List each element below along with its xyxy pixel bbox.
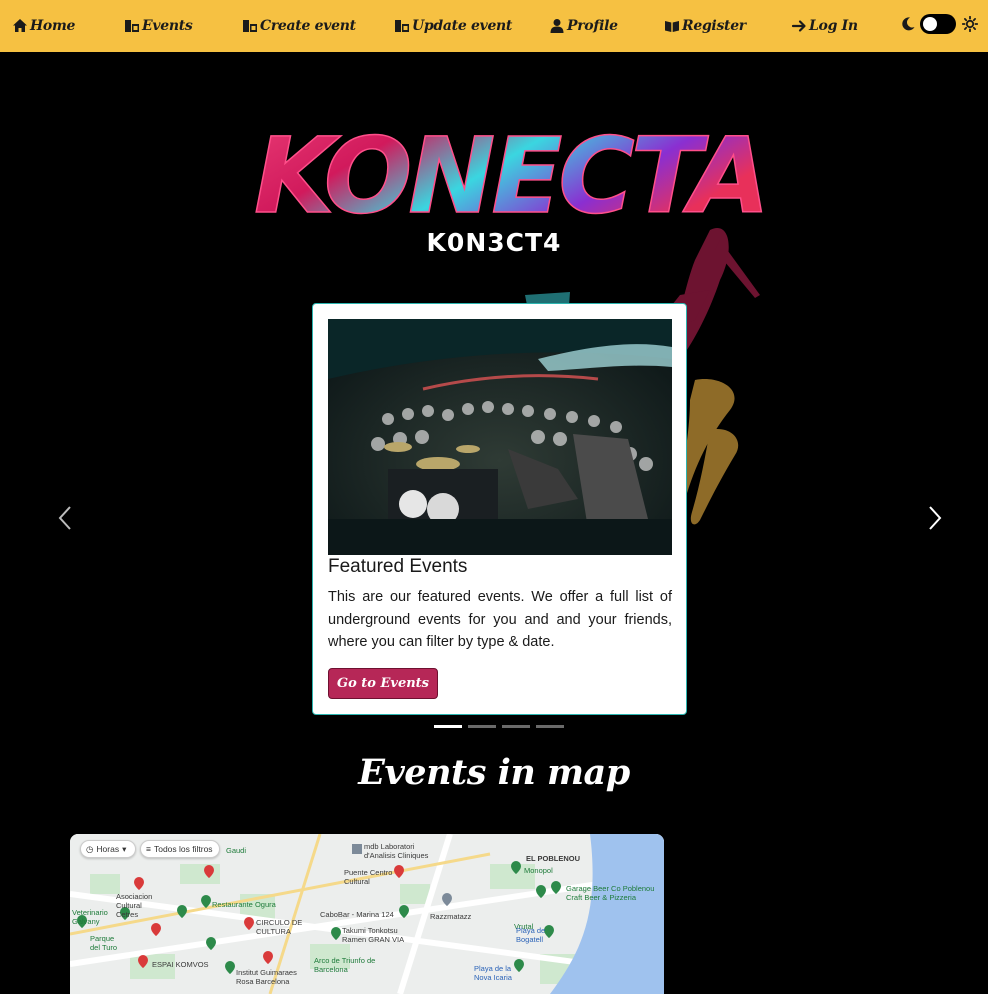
go-to-events-button[interactable]: Go to Events — [328, 668, 438, 699]
map-place-label: Playa de la Nova Icaria — [474, 964, 512, 982]
nav-create-event-label: Create event — [260, 18, 356, 34]
logo-subtitle: K0N3CT4 — [426, 228, 562, 257]
nav-update-event-label: Update event — [412, 18, 513, 34]
nav-login-label: Log In — [809, 18, 858, 34]
map-place-label: Parque del Turo — [90, 934, 118, 952]
nav-home-link[interactable]: Home — [12, 18, 75, 34]
nav-register-label: Register — [682, 18, 746, 34]
featured-event-card: Featured Events This are our featured ev… — [312, 303, 687, 715]
map-place-label: Veterinario Galvany — [72, 908, 108, 926]
concert-photo — [328, 319, 672, 555]
events-map[interactable]: ◷ Horas ▾ ≡ Todos los filtros mdb Labora… — [70, 834, 664, 994]
events-map-heading: Events in map — [358, 752, 630, 793]
carousel-indicators — [434, 725, 570, 728]
map-place-label: CIRCULO DE CULTURA — [256, 918, 303, 936]
map-place-label: Takumi Tonkotsu Ramen GRAN VIA — [342, 926, 405, 944]
map-place-label: Institut Guimaraes Rosa Barcelona — [236, 968, 297, 986]
calendar-icon — [125, 20, 139, 32]
chevron-left-icon — [58, 506, 71, 530]
map-place-label: Razzmatazz — [430, 912, 472, 921]
map-place-label: Arco de Triunfo de Barcelona — [314, 956, 376, 974]
arrow-right-icon — [791, 20, 806, 32]
nav-events-link[interactable]: Events — [124, 18, 193, 34]
carousel-indicator-4[interactable] — [536, 725, 564, 728]
carousel-prev-button[interactable] — [50, 500, 80, 536]
carousel-next-button[interactable] — [920, 500, 950, 536]
chevron-right-icon — [929, 506, 942, 530]
map-place-label: EL POBLENOU — [526, 854, 581, 863]
nav-profile-link[interactable]: Profile — [549, 18, 618, 34]
map-hours-label: Horas — [96, 844, 120, 854]
map-place-label: mdb Laboratori d'Analisis Cliniques — [364, 842, 429, 860]
moon-icon — [902, 17, 915, 31]
nav-home-label: Home — [30, 18, 76, 34]
sun-icon — [962, 16, 978, 32]
nav-update-event-link[interactable]: Update event — [394, 18, 512, 34]
map-place-label: Restaurante Ogura — [212, 900, 276, 909]
theme-toggle[interactable] — [900, 14, 978, 34]
user-icon — [550, 19, 564, 33]
map-place-label: Asociacion Cultural Cetres — [116, 892, 153, 919]
carousel-indicator-2[interactable] — [468, 725, 496, 728]
map-place-label: CaboBar - Marina 124 — [320, 910, 394, 919]
nav-events-label: Events — [142, 18, 193, 34]
nav-login-link[interactable]: Log In — [791, 18, 858, 34]
sliders-icon: ≡ — [146, 844, 151, 854]
caret-down-icon: ▾ — [122, 843, 127, 854]
book-open-icon — [665, 21, 679, 32]
map-place-label: Puente Centro Cultural — [344, 868, 393, 886]
dark-mode-switch[interactable] — [920, 14, 956, 34]
map-place-label: Playa de Bogatell — [516, 926, 546, 944]
switch-knob — [923, 17, 937, 31]
clock-icon: ◷ — [86, 843, 94, 854]
carousel-indicator-3[interactable] — [502, 725, 530, 728]
card-text: This are our featured events. We offer a… — [328, 589, 672, 650]
map-all-filters[interactable]: ≡ Todos los filtros — [140, 840, 220, 858]
navbar: Home Events Create event Update event Pr… — [0, 0, 988, 52]
map-hours-filter[interactable]: ◷ Horas ▾ — [80, 840, 136, 858]
calendar-plus-icon — [243, 20, 257, 32]
map-place-label: Monopol — [524, 866, 553, 875]
map-place-label: Gaudi — [226, 846, 247, 855]
home-icon — [13, 19, 27, 32]
nav-profile-label: Profile — [567, 18, 618, 34]
map-place-label: ESPAI KOMVOS — [152, 960, 209, 969]
nav-register-link[interactable]: Register — [664, 18, 746, 34]
calendar-edit-icon — [395, 20, 409, 32]
nav-create-event-link[interactable]: Create event — [242, 18, 356, 34]
map-place-label: Garage Beer Co Poblenou Craft Beer & Piz… — [566, 884, 655, 902]
carousel-indicator-1[interactable] — [434, 725, 462, 728]
map-all-filters-label: Todos los filtros — [153, 844, 213, 854]
konecta-logo-text: KONECTA — [254, 115, 766, 237]
card-title: Featured Events — [328, 556, 468, 577]
